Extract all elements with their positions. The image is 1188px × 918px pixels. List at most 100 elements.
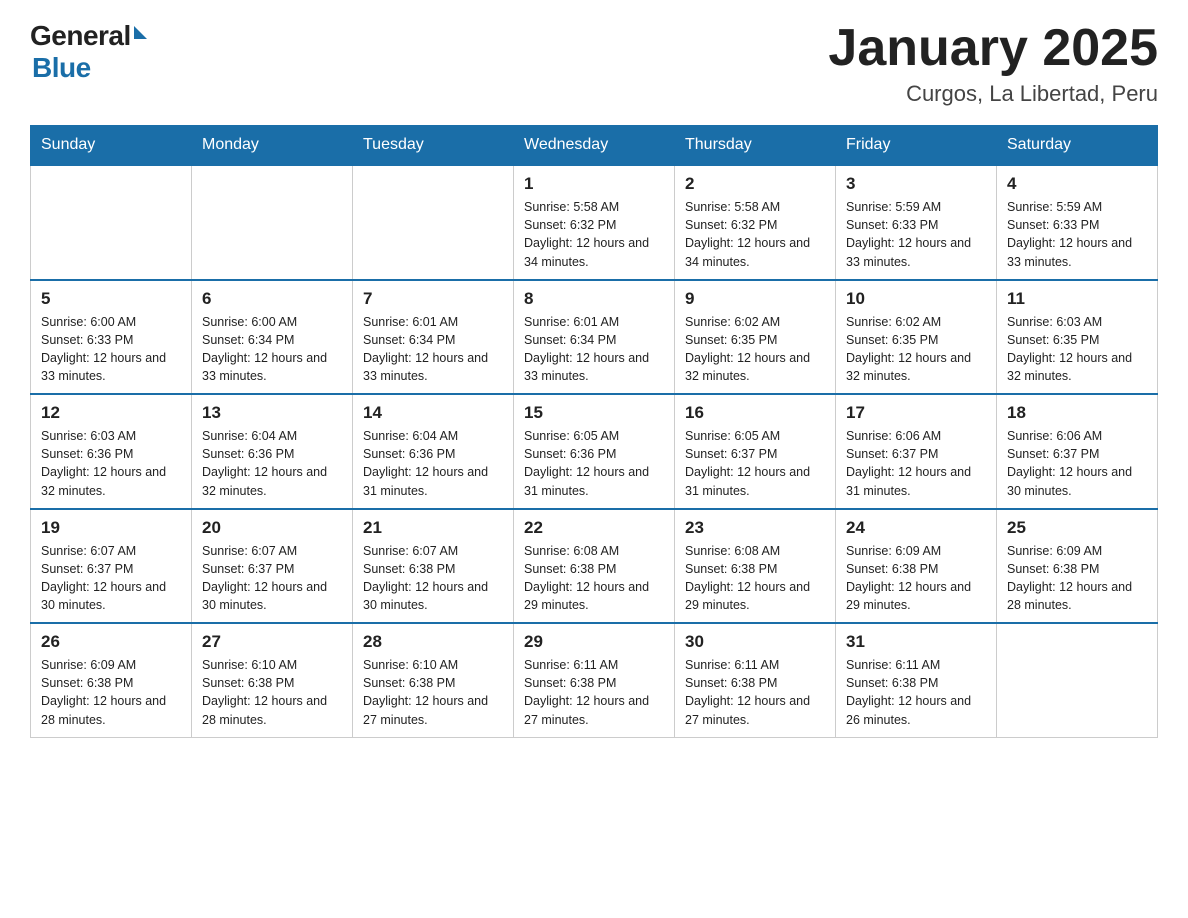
day-info: Sunrise: 6:10 AM Sunset: 6:38 PM Dayligh… (202, 656, 342, 729)
title-block: January 2025 Curgos, La Libertad, Peru (828, 20, 1158, 107)
day-info: Sunrise: 6:05 AM Sunset: 6:36 PM Dayligh… (524, 427, 664, 500)
day-info: Sunrise: 6:08 AM Sunset: 6:38 PM Dayligh… (524, 542, 664, 615)
calendar-cell: 5 Sunrise: 6:00 AM Sunset: 6:33 PM Daylig… (31, 280, 192, 395)
logo-arrow-icon (134, 26, 147, 39)
day-number: 13 (202, 403, 342, 423)
day-of-week-header: Monday (192, 126, 353, 166)
day-info: Sunrise: 6:07 AM Sunset: 6:37 PM Dayligh… (41, 542, 181, 615)
day-info: Sunrise: 6:11 AM Sunset: 6:38 PM Dayligh… (846, 656, 986, 729)
calendar-cell (353, 165, 514, 280)
day-of-week-header: Thursday (675, 126, 836, 166)
day-info: Sunrise: 6:04 AM Sunset: 6:36 PM Dayligh… (202, 427, 342, 500)
day-number: 7 (363, 289, 503, 309)
calendar-cell (997, 623, 1158, 737)
day-info: Sunrise: 6:06 AM Sunset: 6:37 PM Dayligh… (846, 427, 986, 500)
calendar-week-row: 1 Sunrise: 5:58 AM Sunset: 6:32 PM Daylig… (31, 165, 1158, 280)
day-number: 26 (41, 632, 181, 652)
day-number: 30 (685, 632, 825, 652)
day-info: Sunrise: 6:03 AM Sunset: 6:36 PM Dayligh… (41, 427, 181, 500)
day-number: 25 (1007, 518, 1147, 538)
calendar-cell: 12 Sunrise: 6:03 AM Sunset: 6:36 PM Dayli… (31, 394, 192, 509)
day-number: 21 (363, 518, 503, 538)
calendar-cell: 1 Sunrise: 5:58 AM Sunset: 6:32 PM Daylig… (514, 165, 675, 280)
day-info: Sunrise: 6:09 AM Sunset: 6:38 PM Dayligh… (1007, 542, 1147, 615)
day-number: 16 (685, 403, 825, 423)
calendar-cell: 27 Sunrise: 6:10 AM Sunset: 6:38 PM Dayli… (192, 623, 353, 737)
day-info: Sunrise: 6:11 AM Sunset: 6:38 PM Dayligh… (524, 656, 664, 729)
calendar-cell: 16 Sunrise: 6:05 AM Sunset: 6:37 PM Dayli… (675, 394, 836, 509)
calendar-cell: 10Sunrise: 6:02 AM Sunset: 6:35 PM Dayli… (836, 280, 997, 395)
day-number: 8 (524, 289, 664, 309)
calendar-cell: 6 Sunrise: 6:00 AM Sunset: 6:34 PM Daylig… (192, 280, 353, 395)
day-info: Sunrise: 6:01 AM Sunset: 6:34 PM Dayligh… (524, 313, 664, 386)
day-number: 5 (41, 289, 181, 309)
logo: General Blue (30, 20, 147, 84)
calendar-cell: 25 Sunrise: 6:09 AM Sunset: 6:38 PM Dayli… (997, 509, 1158, 624)
calendar-week-row: 12 Sunrise: 6:03 AM Sunset: 6:36 PM Dayli… (31, 394, 1158, 509)
logo-general: General (30, 20, 131, 52)
day-number: 3 (846, 174, 986, 194)
calendar-cell: 23Sunrise: 6:08 AM Sunset: 6:38 PM Dayli… (675, 509, 836, 624)
day-number: 17 (846, 403, 986, 423)
day-number: 12 (41, 403, 181, 423)
calendar-cell: 15 Sunrise: 6:05 AM Sunset: 6:36 PM Dayli… (514, 394, 675, 509)
day-number: 2 (685, 174, 825, 194)
calendar-week-row: 19Sunrise: 6:07 AM Sunset: 6:37 PM Dayli… (31, 509, 1158, 624)
day-number: 23 (685, 518, 825, 538)
calendar-cell: 21 Sunrise: 6:07 AM Sunset: 6:38 PM Dayli… (353, 509, 514, 624)
calendar-cell: 19Sunrise: 6:07 AM Sunset: 6:37 PM Dayli… (31, 509, 192, 624)
day-number: 29 (524, 632, 664, 652)
calendar-cell: 13 Sunrise: 6:04 AM Sunset: 6:36 PM Dayli… (192, 394, 353, 509)
day-number: 28 (363, 632, 503, 652)
calendar-cell: 30Sunrise: 6:11 AM Sunset: 6:38 PM Dayli… (675, 623, 836, 737)
day-number: 18 (1007, 403, 1147, 423)
day-info: Sunrise: 6:06 AM Sunset: 6:37 PM Dayligh… (1007, 427, 1147, 500)
day-info: Sunrise: 6:00 AM Sunset: 6:34 PM Dayligh… (202, 313, 342, 386)
calendar-cell (31, 165, 192, 280)
day-info: Sunrise: 6:02 AM Sunset: 6:35 PM Dayligh… (685, 313, 825, 386)
calendar-week-row: 26Sunrise: 6:09 AM Sunset: 6:38 PM Dayli… (31, 623, 1158, 737)
calendar-cell: 20 Sunrise: 6:07 AM Sunset: 6:37 PM Dayli… (192, 509, 353, 624)
calendar-cell: 3 Sunrise: 5:59 AM Sunset: 6:33 PM Daylig… (836, 165, 997, 280)
day-info: Sunrise: 6:05 AM Sunset: 6:37 PM Dayligh… (685, 427, 825, 500)
calendar-cell (192, 165, 353, 280)
day-of-week-header: Wednesday (514, 126, 675, 166)
calendar-location: Curgos, La Libertad, Peru (828, 81, 1158, 107)
calendar-cell: 22 Sunrise: 6:08 AM Sunset: 6:38 PM Dayli… (514, 509, 675, 624)
day-number: 1 (524, 174, 664, 194)
page-header: General Blue January 2025 Curgos, La Lib… (30, 20, 1158, 107)
calendar-cell: 7 Sunrise: 6:01 AM Sunset: 6:34 PM Daylig… (353, 280, 514, 395)
day-number: 11 (1007, 289, 1147, 309)
day-info: Sunrise: 5:59 AM Sunset: 6:33 PM Dayligh… (1007, 198, 1147, 271)
day-info: Sunrise: 6:03 AM Sunset: 6:35 PM Dayligh… (1007, 313, 1147, 386)
calendar-cell: 14Sunrise: 6:04 AM Sunset: 6:36 PM Dayli… (353, 394, 514, 509)
day-info: Sunrise: 6:07 AM Sunset: 6:37 PM Dayligh… (202, 542, 342, 615)
calendar-cell: 28 Sunrise: 6:10 AM Sunset: 6:38 PM Dayli… (353, 623, 514, 737)
day-number: 20 (202, 518, 342, 538)
calendar-cell: 29 Sunrise: 6:11 AM Sunset: 6:38 PM Dayli… (514, 623, 675, 737)
day-info: Sunrise: 6:07 AM Sunset: 6:38 PM Dayligh… (363, 542, 503, 615)
day-info: Sunrise: 5:58 AM Sunset: 6:32 PM Dayligh… (524, 198, 664, 271)
calendar-week-row: 5 Sunrise: 6:00 AM Sunset: 6:33 PM Daylig… (31, 280, 1158, 395)
day-of-week-header: Saturday (997, 126, 1158, 166)
day-number: 9 (685, 289, 825, 309)
calendar-cell: 9 Sunrise: 6:02 AM Sunset: 6:35 PM Daylig… (675, 280, 836, 395)
day-info: Sunrise: 6:01 AM Sunset: 6:34 PM Dayligh… (363, 313, 503, 386)
day-info: Sunrise: 6:10 AM Sunset: 6:38 PM Dayligh… (363, 656, 503, 729)
day-number: 6 (202, 289, 342, 309)
day-info: Sunrise: 6:00 AM Sunset: 6:33 PM Dayligh… (41, 313, 181, 386)
day-info: Sunrise: 6:09 AM Sunset: 6:38 PM Dayligh… (846, 542, 986, 615)
day-number: 22 (524, 518, 664, 538)
day-info: Sunrise: 5:59 AM Sunset: 6:33 PM Dayligh… (846, 198, 986, 271)
day-number: 15 (524, 403, 664, 423)
calendar-cell: 18 Sunrise: 6:06 AM Sunset: 6:37 PM Dayli… (997, 394, 1158, 509)
day-info: Sunrise: 5:58 AM Sunset: 6:32 PM Dayligh… (685, 198, 825, 271)
calendar-cell: 11 Sunrise: 6:03 AM Sunset: 6:35 PM Dayli… (997, 280, 1158, 395)
day-number: 4 (1007, 174, 1147, 194)
day-number: 27 (202, 632, 342, 652)
calendar-cell: 17 Sunrise: 6:06 AM Sunset: 6:37 PM Dayli… (836, 394, 997, 509)
day-number: 14 (363, 403, 503, 423)
day-of-week-header: Sunday (31, 126, 192, 166)
day-number: 24 (846, 518, 986, 538)
calendar-cell: 24 Sunrise: 6:09 AM Sunset: 6:38 PM Dayli… (836, 509, 997, 624)
